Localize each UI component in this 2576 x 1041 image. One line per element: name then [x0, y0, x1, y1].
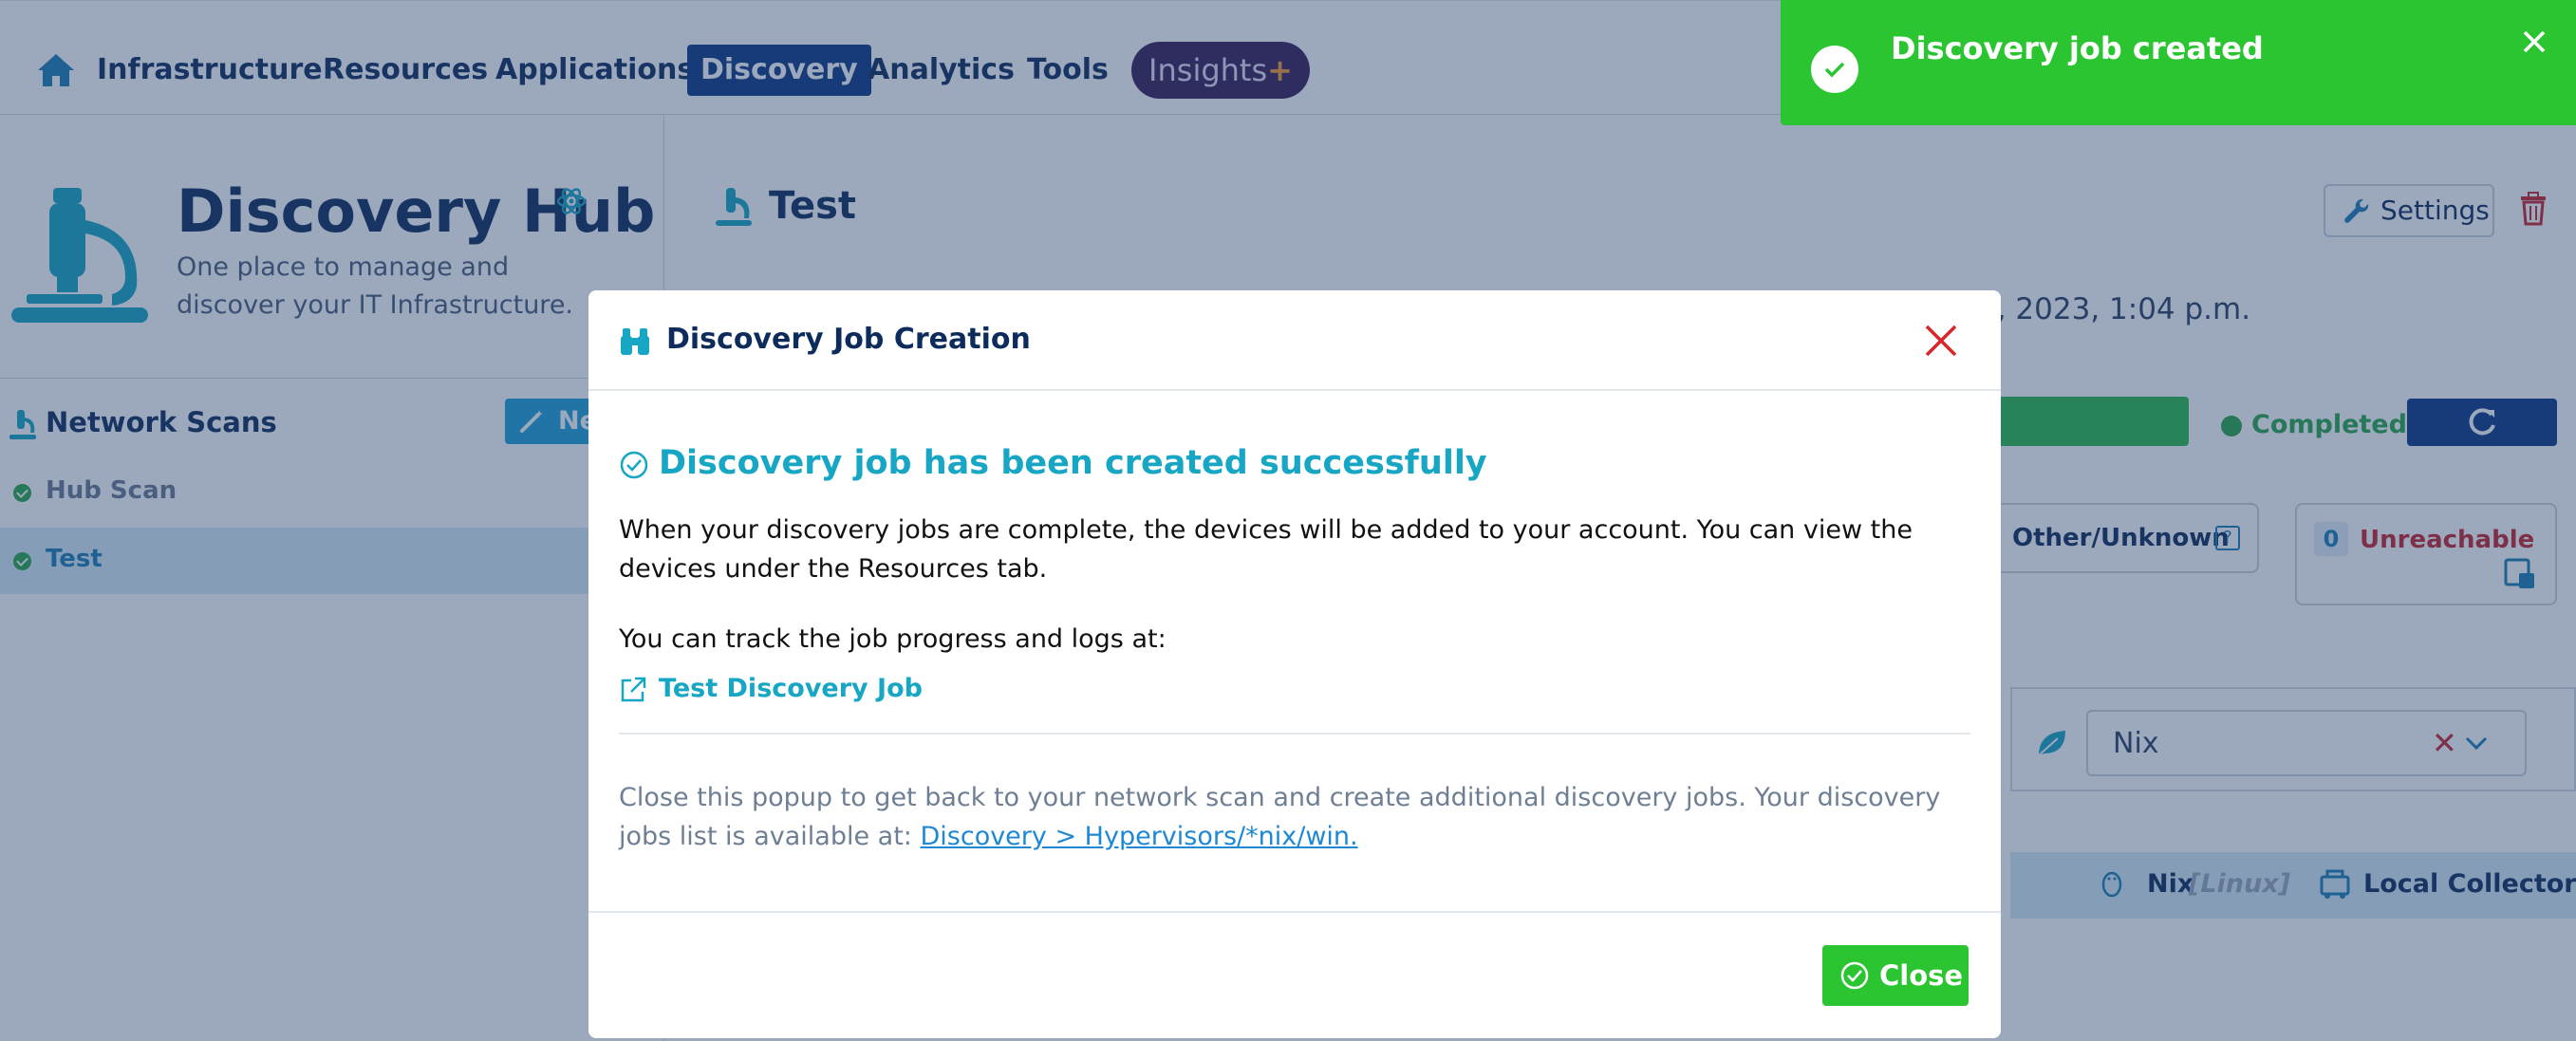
modal-note: Close this popup to get back to your net…	[619, 778, 1970, 856]
discovery-jobs-list-link[interactable]: Discovery > Hypervisors/*nix/win.	[920, 822, 1357, 851]
check-circle-icon	[1840, 961, 1869, 990]
modal-footer-divider	[588, 911, 2001, 913]
success-toast: Discovery job created	[1781, 0, 2576, 125]
divider	[619, 733, 1970, 734]
check-circle-icon	[1811, 46, 1858, 93]
modal-header: Discovery Job Creation	[588, 290, 2001, 391]
discovery-job-link[interactable]: Test Discovery Job	[659, 674, 923, 703]
toast-message: Discovery job created	[1891, 30, 2264, 66]
modal-track-text: You can track the job progress and logs …	[619, 624, 1167, 654]
close-button[interactable]: Close	[1822, 945, 1969, 1006]
close-icon[interactable]	[1923, 323, 1959, 359]
success-heading: Discovery job has been created successfu…	[659, 444, 1487, 482]
modal-title: Discovery Job Creation	[666, 323, 1031, 356]
close-icon[interactable]	[2521, 28, 2548, 55]
discovery-job-modal: Discovery Job Creation Discovery job has…	[588, 290, 2001, 1038]
binoculars-icon	[621, 328, 649, 355]
check-circle-icon	[620, 451, 648, 479]
modal-description: When your discovery jobs are complete, t…	[619, 515, 1913, 584]
close-button-label: Close	[1879, 959, 1964, 992]
external-link-icon[interactable]	[619, 676, 647, 704]
